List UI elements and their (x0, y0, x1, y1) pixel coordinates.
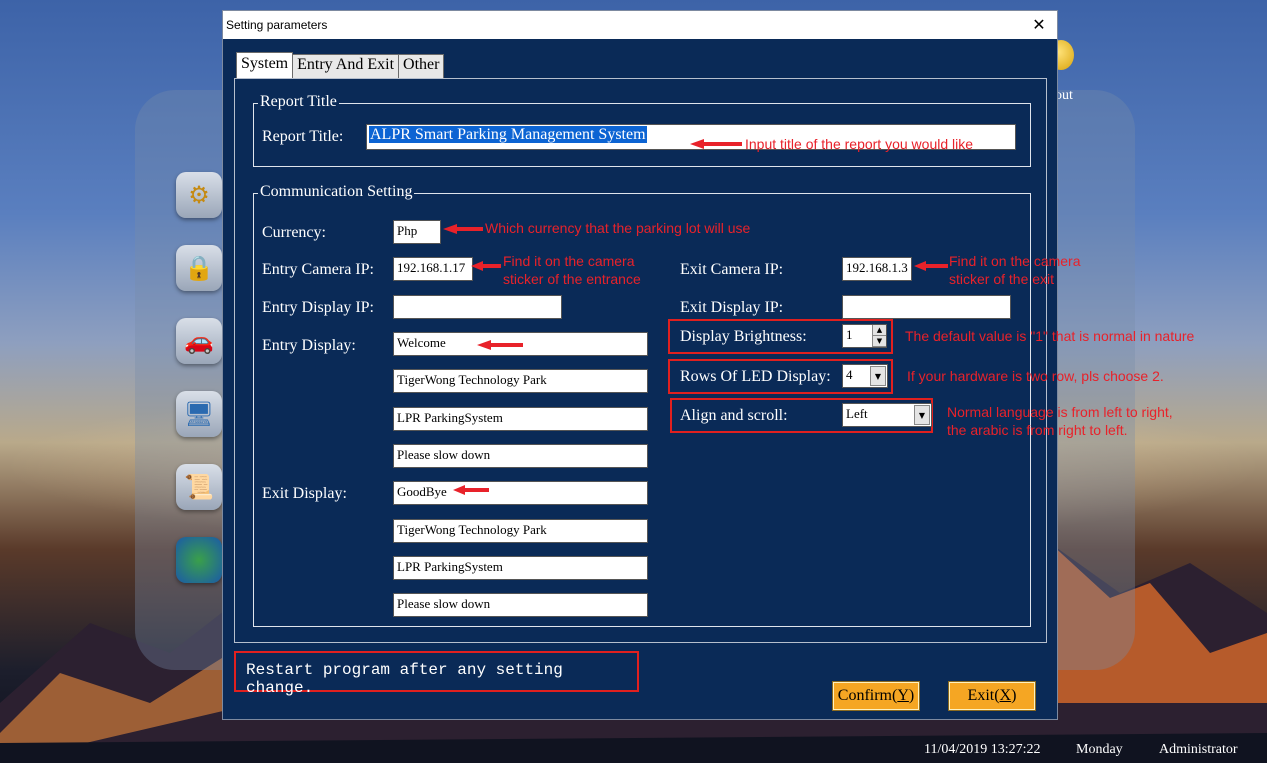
confirm-hotkey: Y (897, 687, 909, 704)
exit-ip-note-line2: sticker of the exit (949, 271, 1055, 287)
scroll-icon[interactable]: 📜 (176, 464, 222, 510)
rows-value: 4 (846, 367, 853, 382)
status-user: Administrator (1159, 742, 1238, 757)
exit-display-line-3[interactable]: LPR ParkingSystem (393, 556, 648, 580)
close-icon[interactable]: ✕ (1029, 15, 1049, 35)
pie-chart-icon[interactable] (176, 537, 222, 583)
report-title-group-title: Report Title (258, 93, 339, 111)
display-brightness-label: Display Brightness: (680, 328, 807, 345)
exit-display-label: Exit Display: (262, 485, 347, 502)
status-datetime: 11/04/2019 13:27:22 (924, 742, 1041, 757)
brightness-value: 1 (846, 327, 853, 342)
currency-note: Which currency that the parking lot will… (485, 220, 751, 236)
report-title-group: Report Title Report Title: ALPR Smart Pa… (253, 93, 1031, 167)
restart-message: Restart program after any setting change… (234, 651, 639, 697)
settings-dialog: Setting parameters ✕ System Entry And Ex… (222, 10, 1194, 720)
rows-led-display-label: Rows Of LED Display: (680, 368, 831, 385)
exit-button-label: Exit( (967, 687, 1000, 704)
brightness-spin-buttons[interactable]: ▲ ▼ (872, 325, 886, 347)
dialog-title: Setting parameters (226, 18, 328, 32)
report-title-arrow-icon (690, 139, 742, 149)
car-icon[interactable]: 🚗 (176, 318, 222, 364)
entry-ip-note-line2: sticker of the entrance (503, 271, 641, 287)
report-title-label: Report Title: (262, 128, 344, 145)
exit-camera-ip-input[interactable]: 192.168.1.3 (842, 257, 912, 281)
tab-entry-and-exit[interactable]: Entry And Exit (292, 54, 400, 78)
tab-bar: System Entry And Exit Other (236, 52, 445, 78)
currency-arrow-icon (443, 224, 483, 234)
dialog-titlebar[interactable]: Setting parameters ✕ (223, 11, 1057, 39)
tab-other[interactable]: Other (398, 54, 445, 78)
rows-led-display-select[interactable]: 4 ▼ (842, 364, 888, 388)
currency-input[interactable]: Php (393, 220, 441, 244)
exit-display-ip-label: Exit Display IP: (680, 299, 784, 316)
chevron-down-icon[interactable]: ▼ (914, 405, 930, 425)
align-scroll-label: Align and scroll: (680, 407, 788, 424)
confirm-button-label: Confirm( (837, 687, 898, 704)
report-title-value: ALPR Smart Parking Management System (369, 126, 647, 143)
exit-display-arrow-icon (453, 485, 489, 495)
exit-hotkey: X (999, 687, 1012, 704)
exit-display-line-4[interactable]: Please slow down (393, 593, 648, 617)
align-note-line1: Normal language is from left to right, (947, 404, 1173, 420)
tab-system[interactable]: System (236, 52, 294, 78)
gears-icon[interactable]: ⚙ (176, 172, 222, 218)
exit-camera-ip-label: Exit Camera IP: (680, 261, 784, 278)
monitor-icon[interactable]: 🖥 (176, 391, 222, 437)
status-weekday: Monday (1076, 742, 1123, 757)
confirm-button[interactable]: Confirm(Y) (832, 681, 920, 711)
entry-display-line-3[interactable]: LPR ParkingSystem (393, 407, 648, 431)
exit-display-line-2[interactable]: TigerWong Technology Park (393, 519, 648, 543)
align-value: Left (846, 406, 868, 421)
entry-display-arrow-icon (477, 340, 523, 350)
chevron-down-icon[interactable]: ▼ (870, 366, 886, 386)
entry-camera-ip-label: Entry Camera IP: (262, 261, 374, 278)
entry-display-label: Entry Display: (262, 337, 356, 354)
entry-display-ip-input[interactable] (393, 295, 562, 319)
entry-display-line-4[interactable]: Please slow down (393, 444, 648, 468)
entry-camera-ip-input[interactable]: 192.168.1.17 (393, 257, 473, 281)
communication-group-title: Communication Setting (258, 183, 415, 201)
exit-display-line-1[interactable]: GoodBye (393, 481, 648, 505)
exit-ip-arrow-icon (914, 261, 948, 271)
display-brightness-spinner[interactable]: 1 ▲ ▼ (842, 324, 887, 348)
brightness-note: The default value is "1" that is normal … (905, 328, 1195, 344)
exit-paren: ) (1011, 687, 1017, 704)
spin-down-icon[interactable]: ▼ (873, 336, 886, 347)
exit-display-ip-input[interactable] (842, 295, 1011, 319)
currency-label: Currency: (262, 224, 326, 241)
entry-ip-arrow-icon (471, 261, 501, 271)
entry-ip-note-line1: Find it on the camera (503, 253, 635, 269)
rows-note: If your hardware is two row, pls choose … (907, 368, 1164, 384)
entry-display-line-2[interactable]: TigerWong Technology Park (393, 369, 648, 393)
spin-up-icon[interactable]: ▲ (873, 325, 886, 336)
confirm-paren: ) (908, 687, 915, 704)
report-title-note: Input title of the report you would like (745, 136, 974, 152)
align-note-line2: the arabic is from right to left. (947, 422, 1128, 438)
exit-button[interactable]: Exit(X) (948, 681, 1036, 711)
lock-icon[interactable]: 🔒 (176, 245, 222, 291)
exit-ip-note-line1: Find it on the camera (949, 253, 1081, 269)
tab-content-frame: Report Title Report Title: ALPR Smart Pa… (234, 78, 1194, 643)
align-scroll-select[interactable]: Left ▼ (842, 403, 932, 427)
entry-display-ip-label: Entry Display IP: (262, 299, 374, 316)
